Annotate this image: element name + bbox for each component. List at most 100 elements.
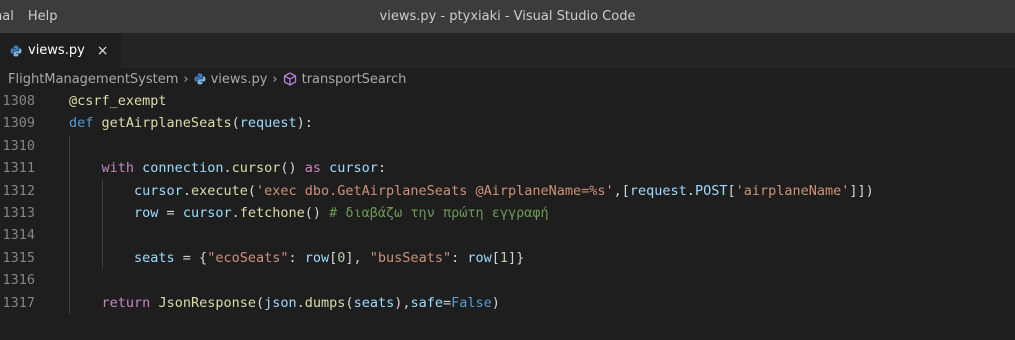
code-token: return xyxy=(101,294,151,311)
menu-terminal[interactable]: nal xyxy=(0,9,14,24)
code-text: return JsonResponse(json.dumps(seats),sa… xyxy=(69,291,1015,314)
code-line[interactable]: 1313 row = cursor.fetchone() # διαβάζω τ… xyxy=(0,201,1015,225)
code-token: @csrf_exempt xyxy=(69,93,167,109)
code-token: . xyxy=(231,204,240,221)
indent-guide xyxy=(69,157,70,180)
tab-views-py[interactable]: views.py × xyxy=(0,33,121,68)
window-title: views.py - ptyxiaki - Visual Studio Code xyxy=(379,9,636,24)
code-line[interactable]: 1308 @csrf_exempt xyxy=(0,90,1015,112)
code-token: ]} xyxy=(508,249,525,266)
breadcrumb-symbol[interactable]: transportSearch xyxy=(302,72,407,87)
chevron-right-icon: › xyxy=(272,71,278,87)
code-token: cursor xyxy=(231,160,281,177)
code-token: row xyxy=(304,249,330,266)
code-token: json xyxy=(264,294,297,311)
code-token: ): xyxy=(296,115,313,132)
tab-label: views.py xyxy=(28,43,85,58)
code-token: ) xyxy=(491,294,500,311)
code-token: execute xyxy=(190,182,248,199)
close-icon[interactable]: × xyxy=(97,43,109,59)
indent-guide xyxy=(69,224,70,247)
indent-guide xyxy=(101,246,103,270)
code-token: = { xyxy=(174,249,208,266)
code-token: as xyxy=(304,160,322,177)
code-token: connection xyxy=(142,160,224,177)
line-number: 1308 xyxy=(2,93,35,109)
code-token: row xyxy=(467,249,492,266)
breadcrumb: FlightManagementSystem › views.py › tran… xyxy=(0,68,1015,90)
code-line[interactable]: 1311 with connection.cursor() as cursor: xyxy=(0,157,1015,180)
code-text: @csrf_exempt xyxy=(69,90,1015,112)
code-token: fetchone xyxy=(239,204,305,221)
code-text: seats = {"ecoSeats": row[0], "busSeats":… xyxy=(69,246,1015,270)
code-token: ]]) xyxy=(849,182,874,199)
code-token: : xyxy=(451,249,468,266)
code-token: : xyxy=(377,160,387,177)
code-line[interactable]: 1309 def getAirplaneSeats(request): xyxy=(0,112,1015,134)
code-text: cursor. execute('exec dbo.GetAirplaneSeat… xyxy=(69,179,1015,202)
line-number: 1315 xyxy=(2,249,35,266)
indent-guide xyxy=(69,291,70,314)
code-text: def getAirplaneSeats(request): xyxy=(69,112,1015,134)
indent-guide xyxy=(69,134,70,158)
code-token: () xyxy=(304,204,330,221)
code-token: . xyxy=(686,182,695,199)
code-line[interactable]: 1310 xyxy=(0,134,1015,158)
code-token: [ xyxy=(727,182,736,199)
code-text xyxy=(69,269,1015,292)
code-token: request xyxy=(629,182,687,199)
code-line[interactable]: 1315 seats = {"ecoSeats": row[0], "busSe… xyxy=(0,246,1015,270)
code-token: safe xyxy=(410,294,443,311)
code-token: with xyxy=(101,160,135,177)
code-token: () xyxy=(280,160,305,177)
indent-guide xyxy=(69,201,70,225)
code-token: 'exec dbo.GetAirplaneSeats @AirplaneName… xyxy=(256,182,614,199)
code-token: "ecoSeats" xyxy=(207,249,289,266)
code-token: request xyxy=(239,115,297,132)
code-token: ( xyxy=(247,182,256,199)
menu-bar: nal Help xyxy=(0,9,57,24)
code-line[interactable]: 1316 xyxy=(0,269,1015,292)
code-token: cursor xyxy=(329,160,378,177)
breadcrumb-file[interactable]: views.py xyxy=(211,72,268,87)
code-token: 1 xyxy=(499,249,509,266)
breadcrumb-folder[interactable]: FlightManagementSystem xyxy=(8,72,178,87)
tab-bar: views.py × xyxy=(0,33,1015,68)
code-token: : xyxy=(288,249,305,266)
line-number: 1309 xyxy=(2,115,35,132)
code-token: ,[ xyxy=(613,182,630,199)
code-token: row xyxy=(134,204,159,221)
code-token: cursor xyxy=(134,182,183,199)
code-token: 'airplaneName' xyxy=(735,182,850,199)
code-token: ], xyxy=(345,249,370,266)
python-file-icon xyxy=(194,73,206,85)
code-line[interactable]: 1312 cursor.execute('exec dbo.GetAirplan… xyxy=(0,179,1015,202)
line-number: 1314 xyxy=(2,227,35,244)
line-number: 1311 xyxy=(2,160,35,177)
code-text: row = cursor.fetchone() # διαβάζω την πρ… xyxy=(69,201,1015,225)
code-line[interactable]: 1317 return JsonResponse(json.dumps(seat… xyxy=(0,291,1015,314)
code-token: False xyxy=(451,294,492,311)
code-text xyxy=(69,134,1015,158)
code-token: seats xyxy=(353,294,395,311)
title-bar: nal Help views.py - ptyxiaki - Visual St… xyxy=(0,0,1015,33)
indent-guide xyxy=(101,179,103,202)
code-token: JsonResponse xyxy=(158,294,256,311)
code-token: ( xyxy=(255,294,265,311)
code-token: seats xyxy=(134,249,175,266)
code-line[interactable]: 1314 xyxy=(0,224,1015,247)
code-editor[interactable]: 1308 @csrf_exempt 1309 def getAirplaneSeats… xyxy=(0,90,1015,314)
indent-guide xyxy=(101,201,103,225)
menu-help[interactable]: Help xyxy=(28,9,58,24)
indent-guide xyxy=(69,269,70,292)
line-number: 1313 xyxy=(2,204,35,221)
code-token: [ xyxy=(491,249,500,266)
code-token: "busSeats" xyxy=(369,249,452,266)
symbol-method-icon xyxy=(283,72,296,86)
code-token: # διαβάζω την πρώτη εγγραφή xyxy=(329,204,549,221)
